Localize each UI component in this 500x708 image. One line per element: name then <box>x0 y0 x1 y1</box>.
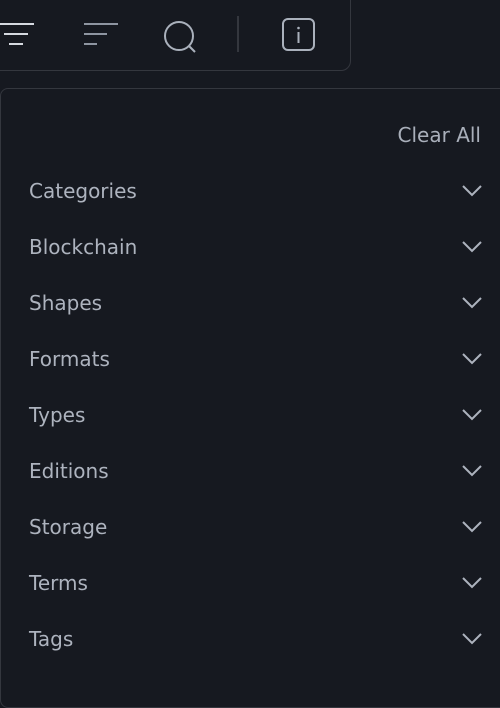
filter-section-blockchain[interactable]: Blockchain <box>29 227 482 267</box>
filter-icon[interactable] <box>0 18 36 50</box>
filter-section-terms[interactable]: Terms <box>29 563 482 603</box>
chevron-down-icon <box>462 633 482 645</box>
filter-section-label: Categories <box>29 179 137 203</box>
filter-section-tags[interactable]: Tags <box>29 619 482 659</box>
toolbar-divider <box>237 16 239 52</box>
filter-section-label: Editions <box>29 459 109 483</box>
chevron-down-icon <box>462 353 482 365</box>
clear-all-button[interactable]: Clear All <box>398 123 481 147</box>
filter-section-label: Blockchain <box>29 235 138 259</box>
chevron-down-icon <box>462 241 482 253</box>
filter-section-storage[interactable]: Storage <box>29 507 482 547</box>
filter-section-formats[interactable]: Formats <box>29 339 482 379</box>
chevron-down-icon <box>462 577 482 589</box>
filter-section-label: Tags <box>29 627 74 651</box>
filter-section-label: Storage <box>29 515 108 539</box>
filter-section-label: Formats <box>29 347 110 371</box>
filter-section-label: Shapes <box>29 291 103 315</box>
filter-section-types[interactable]: Types <box>29 395 482 435</box>
search-icon[interactable] <box>162 20 198 54</box>
chevron-down-icon <box>462 521 482 533</box>
info-icon[interactable] <box>281 17 316 52</box>
filter-section-categories[interactable]: Categories <box>29 171 482 211</box>
chevron-down-icon <box>462 465 482 477</box>
filter-section-editions[interactable]: Editions <box>29 451 482 491</box>
sort-icon[interactable] <box>83 18 119 50</box>
filter-section-label: Terms <box>29 571 88 595</box>
chevron-down-icon <box>462 185 482 197</box>
chevron-down-icon <box>462 409 482 421</box>
chevron-down-icon <box>462 297 482 309</box>
filter-section-label: Types <box>29 403 86 427</box>
filter-section-shapes[interactable]: Shapes <box>29 283 482 323</box>
